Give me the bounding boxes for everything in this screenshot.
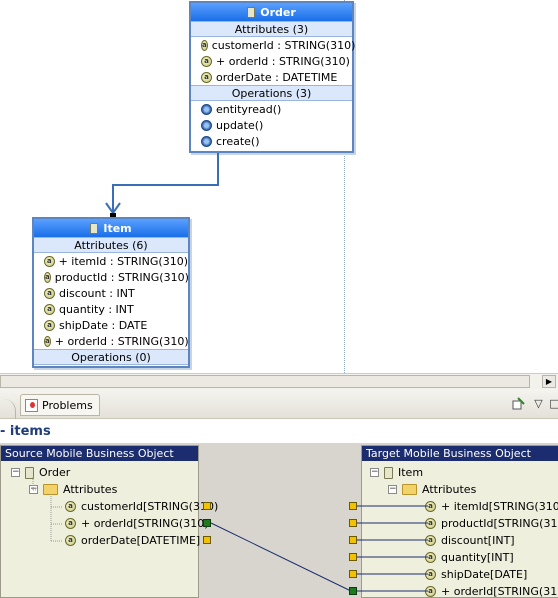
source-anchor-orderid[interactable]: [203, 519, 211, 527]
target-anchor-discount[interactable]: [349, 536, 357, 544]
tab-problems-label: Problems: [42, 398, 93, 412]
problems-icon: [25, 398, 38, 412]
target-anchor-shipdate[interactable]: [349, 570, 357, 578]
attribute-icon: a: [44, 255, 55, 267]
item-attribute-row[interactable]: a quantity : INT: [34, 301, 188, 317]
view-menu-pin-icon[interactable]: [512, 397, 525, 410]
item-class-title[interactable]: Item: [34, 219, 188, 237]
source-anchor-customerid[interactable]: [203, 502, 211, 510]
tab-problems[interactable]: Problems: [20, 394, 100, 416]
scroll-right-arrow-icon[interactable]: ▶: [542, 375, 556, 388]
tab-corner: [0, 399, 16, 419]
attribute-icon: a: [44, 271, 51, 283]
mapping-lines: [210, 505, 428, 593]
attribute-icon: a: [44, 303, 55, 315]
mapping-title: - items: [0, 419, 558, 443]
target-anchor-itemid[interactable]: [349, 502, 357, 510]
item-attribute-row[interactable]: a productId : STRING(310): [34, 269, 189, 285]
item-class-box[interactable]: Item Attributes (6) a + itemId : STRING(3…: [32, 217, 190, 368]
minimize-view-icon[interactable]: ▽: [532, 397, 545, 410]
view-tab-bar: Problems ▽ □: [0, 389, 558, 419]
diagram-canvas[interactable]: Order Attributes (3) a customerId : STRIN…: [0, 0, 540, 373]
attribute-icon: a: [44, 335, 51, 347]
attribute-icon: a: [44, 319, 55, 331]
mbo-icon: [90, 222, 99, 234]
item-class-name: Item: [103, 221, 132, 235]
target-anchor-orderid[interactable]: [349, 587, 357, 595]
attribute-icon: a: [44, 287, 55, 299]
item-attribute-row[interactable]: a + orderId : STRING(310): [34, 333, 189, 349]
item-attributes-header[interactable]: Attributes (6): [34, 237, 188, 253]
scrollbar-thumb[interactable]: [0, 375, 530, 388]
attribute-mapping-area: Source Mobile Business Object − Order − …: [0, 443, 558, 598]
item-attribute-row[interactable]: a shipDate : DATE: [34, 317, 188, 333]
target-anchor-quantity[interactable]: [349, 553, 357, 561]
source-anchor-orderdate[interactable]: [203, 536, 211, 544]
maximize-view-icon[interactable]: □: [548, 397, 558, 410]
target-anchor-productid[interactable]: [349, 519, 357, 527]
item-attribute-row[interactable]: a discount : INT: [34, 285, 188, 301]
item-attribute-row[interactable]: a + itemId : STRING(310): [34, 253, 188, 269]
item-operations-header[interactable]: Operations (0): [34, 349, 188, 365]
horizontal-scrollbar[interactable]: ▶: [0, 373, 558, 389]
